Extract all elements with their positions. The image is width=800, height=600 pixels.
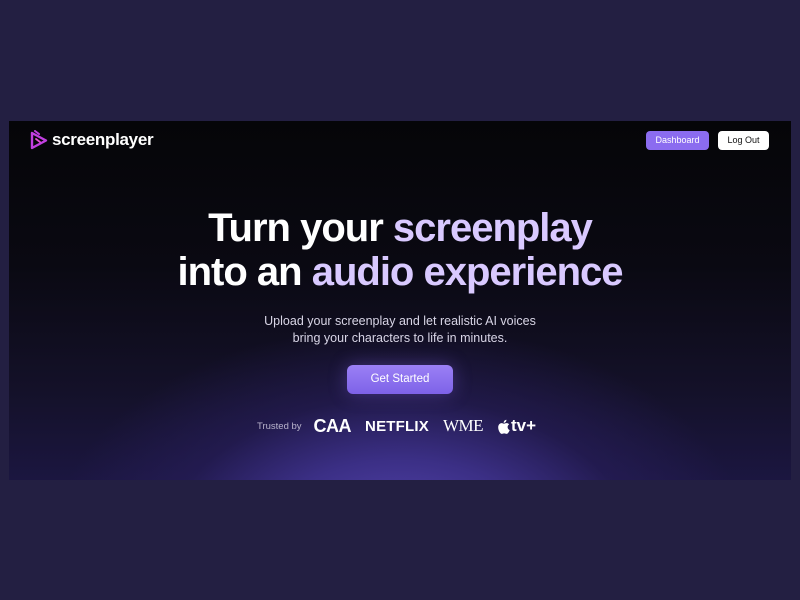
hero-title: Turn your screenplay into an audio exper… bbox=[100, 206, 700, 294]
hero-title-line-1: Turn your screenplay bbox=[100, 206, 700, 250]
appletv-logo: tv+ bbox=[497, 416, 536, 436]
landing-page: screenplayer Dashboard Log Out Turn your… bbox=[9, 121, 791, 480]
get-started-button[interactable]: Get Started bbox=[347, 365, 453, 394]
apple-icon bbox=[498, 419, 510, 434]
netflix-logo: NETFLIX bbox=[365, 417, 429, 435]
wme-logo: WME bbox=[442, 416, 484, 435]
appletv-text: tv+ bbox=[510, 416, 537, 435]
logout-button[interactable]: Log Out bbox=[718, 131, 769, 150]
play-script-logo-icon bbox=[30, 130, 48, 150]
hero-subtitle-line-2: bring your characters to life in minutes… bbox=[292, 331, 508, 345]
hero-title-line-1-plain: Turn your bbox=[208, 206, 393, 250]
trusted-by-label: Trusted by bbox=[257, 420, 302, 432]
hero-title-line-2-accent: audio experience bbox=[311, 250, 624, 294]
dashboard-button[interactable]: Dashboard bbox=[646, 131, 709, 150]
hero-title-line-1-accent: screenplay bbox=[392, 206, 593, 250]
trusted-by-row: Trusted by CAA NETFLIX WME tv+ bbox=[257, 414, 536, 438]
brand-name: screenplayer bbox=[52, 130, 154, 149]
top-navbar: screenplayer Dashboard Log Out bbox=[9, 121, 791, 161]
hero-title-line-2: into an audio experience bbox=[100, 250, 700, 294]
brand-logo[interactable]: screenplayer bbox=[30, 129, 154, 151]
hero-subtitle: Upload your screenplay and let realistic… bbox=[200, 313, 600, 347]
caa-logo: CAA bbox=[313, 415, 352, 436]
hero-subtitle-line-1: Upload your screenplay and let realistic… bbox=[264, 314, 536, 328]
hero-title-line-2-plain: into an bbox=[177, 250, 312, 294]
